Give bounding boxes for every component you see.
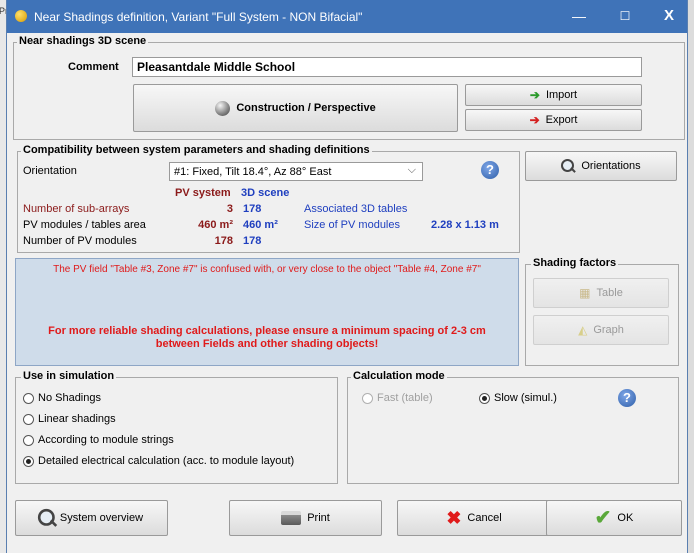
radio-circle-selected [23,455,34,467]
advice-line-1: For more reliable shading calculations, … [48,325,486,337]
row-3d-area: 460 m² [243,219,278,231]
title-bar[interactable]: Near Shadings definition, Variant "Full … [7,0,687,33]
radio-circle [23,413,34,425]
row-label-area: PV modules / tables area [23,219,146,231]
export-arrow-icon: ➔ [529,113,540,127]
help-icon[interactable]: ? [618,389,636,407]
checkmark-icon: ✔ [594,507,612,529]
graph-label: Graph [593,324,624,336]
table-icon: ▦ [579,286,591,300]
export-button[interactable]: ➔ Export [465,109,642,131]
radio-circle [362,392,373,404]
row-3d-modules: 178 [243,235,262,247]
compat-legend: Compatibility between system parameters … [21,144,372,156]
radio-detailed-electrical[interactable]: Detailed electrical calculation (acc. to… [23,455,294,467]
import-button[interactable]: ➔ Import [465,84,642,106]
system-overview-label: System overview [59,512,144,524]
chevron-down-icon: ⌵ [407,164,416,176]
radio-no-shadings[interactable]: No Shadings [23,392,101,404]
row-pv-area: 460 m² [198,219,233,231]
maximize-button[interactable]: ☐ [605,4,645,28]
advice-line-2: between Fields and other shading objects… [155,338,379,350]
ok-label: OK [617,512,634,524]
size-pv-modules-label: Size of PV modules [304,219,400,231]
row-3d-subarrays: 178 [243,203,262,215]
radio-label: Fast (table) [377,392,433,404]
import-arrow-icon: ➔ [529,88,540,102]
export-label: Export [545,114,578,126]
construction-perspective-label: Construction / Perspective [236,102,376,114]
minimize-button[interactable]: — [559,4,599,28]
orientations-button[interactable]: Orientations [525,151,677,181]
print-label: Print [307,512,330,524]
calc-mode-legend: Calculation mode [351,370,447,382]
radio-label: Slow (simul.) [494,392,557,404]
size-pv-modules-value: 2.28 x 1.13 m [431,219,499,231]
app-icon [15,10,27,22]
radio-circle [23,434,34,446]
message-box: The PV field "Table #3, Zone #7" is conf… [15,258,519,366]
sphere-icon [215,100,231,116]
near-shadings-dialog: Near Shadings definition, Variant "Full … [6,0,688,553]
radio-module-strings[interactable]: According to module strings [23,434,174,446]
cancel-label: Cancel [467,512,502,524]
assoc-3d-tables-label: Associated 3D tables [304,203,408,215]
row-pv-subarrays: 3 [226,203,233,215]
orientation-label: Orientation [23,165,77,177]
radio-circle [23,392,34,404]
radio-label: Linear shadings [38,413,116,425]
shading-factors-legend: Shading factors [531,257,619,269]
comment-input[interactable]: Pleasantdale Middle School [132,57,642,77]
radio-label: Detailed electrical calculation (acc. to… [38,455,295,467]
row-pv-modules: 178 [214,235,233,247]
row-label-subarrays: Number of sub-arrays [23,203,130,215]
import-label: Import [545,89,578,101]
graph-icon: ◭ [578,323,588,337]
graph-button[interactable]: ◭ Graph [533,315,669,345]
orientations-label: Orientations [581,160,641,172]
col-pv-system: PV system [175,187,231,199]
help-icon[interactable]: ? [481,161,499,179]
magnifier-icon [37,508,56,527]
orientation-value: #1: Fixed, Tilt 18.4°, Az 88° East [174,166,332,178]
cancel-button[interactable]: ✖ Cancel [397,500,551,536]
scene-legend: Near shadings 3D scene [17,35,149,47]
system-overview-button[interactable]: System overview [15,500,168,536]
table-button[interactable]: ▦ Table [533,278,669,308]
print-button[interactable]: Print [229,500,382,536]
radio-fast-table[interactable]: Fast (table) [362,392,433,404]
construction-perspective-button[interactable]: Construction / Perspective [133,84,458,132]
window-title: Near Shadings definition, Variant "Full … [34,10,363,24]
cancel-x-icon: ✖ [446,508,462,528]
close-button[interactable]: X [649,4,689,28]
orientation-select[interactable]: #1: Fixed, Tilt 18.4°, Az 88° East ⌵ [169,162,423,181]
radio-circle-selected [479,392,490,404]
use-in-simulation-legend: Use in simulation [21,370,117,382]
ok-button[interactable]: ✔ OK [546,500,682,536]
warning-text: The PV field "Table #3, Zone #7" is conf… [53,264,481,275]
magnifier-icon [561,159,575,173]
comment-label: Comment [68,61,119,73]
radio-label: According to module strings [38,434,174,446]
radio-label: No Shadings [38,392,101,404]
row-label-modules: Number of PV modules [23,235,137,247]
radio-slow-simul[interactable]: Slow (simul.) [479,392,557,404]
col-3d-scene: 3D scene [241,187,290,199]
table-label: Table [596,287,623,299]
printer-icon [281,511,302,525]
radio-linear-shadings[interactable]: Linear shadings [23,413,116,425]
